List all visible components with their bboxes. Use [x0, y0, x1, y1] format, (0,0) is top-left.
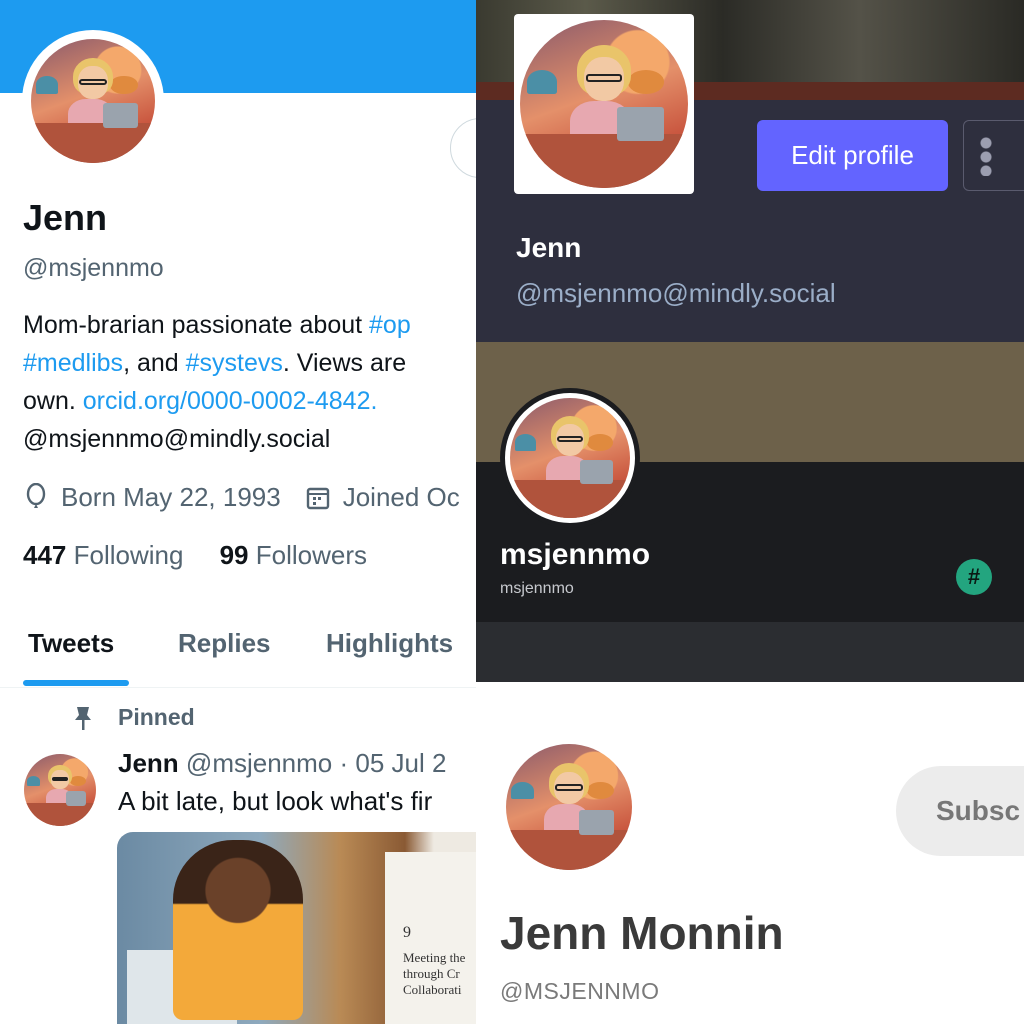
profile-name: msjennmo	[500, 538, 651, 571]
profile-meta: Born May 22, 1993 Joined Oc	[23, 482, 460, 513]
profile-name: Jenn	[23, 197, 108, 238]
tweet-header: Jenn @msjennmo · 05 Jul 2	[118, 748, 446, 779]
subscribe-button[interactable]: Subsc	[896, 766, 1024, 856]
profile-username: msjennmo	[500, 580, 574, 597]
kebab-menu-icon	[980, 136, 992, 176]
tab-replies[interactable]: Replies	[178, 628, 271, 659]
profile-handle: @msjennmo@mindly.social	[516, 278, 836, 308]
avatar[interactable]	[520, 20, 688, 188]
calendar-icon	[306, 487, 329, 509]
hashtag-link[interactable]: #systevs	[186, 349, 283, 377]
profile-bio: Mom-brarian passionate about #op #medlib…	[23, 311, 411, 453]
book-chapter-number: 9	[403, 924, 411, 941]
substack-profile-panel: Subsc Jenn Monnin @MSJENNMO	[476, 682, 1024, 1024]
tweet-author[interactable]: Jenn	[118, 748, 179, 778]
book-chapter-title: Meeting the through Cr Collaborati	[403, 950, 466, 997]
profile-name: Jenn Monnin	[500, 907, 784, 959]
pin-icon	[75, 706, 91, 730]
profile-name: Jenn	[516, 232, 582, 263]
birthdate: Born May 22, 1993	[61, 482, 281, 512]
avatar[interactable]	[510, 398, 630, 518]
active-tab-indicator	[23, 680, 129, 686]
followers-link[interactable]: 99 Followers	[220, 540, 367, 570]
tweet-text: A bit late, but look what's fir	[118, 786, 433, 816]
profile-tabs: Tweets Replies Highlights	[0, 622, 476, 688]
mastodon-profile-panel: Edit profile Jenn @msjennmo@mindly.socia…	[476, 0, 1024, 342]
avatar[interactable]	[506, 744, 632, 870]
profile-handle: @msjennmo	[23, 254, 164, 282]
discord-profile-panel: msjennmo msjennmo #	[476, 342, 1024, 682]
avatar[interactable]	[31, 39, 155, 163]
twitter-profile-panel: Jenn @msjennmo Mom-brarian passionate ab…	[0, 0, 476, 1024]
divider-strip	[476, 622, 1024, 682]
profile-handle: @MSJENNMO	[500, 978, 660, 1004]
balloon-icon	[26, 482, 46, 508]
tweet-handle-date: @msjennmo · 05 Jul 2	[185, 748, 447, 778]
more-options-button[interactable]	[963, 120, 1024, 191]
pinned-label: Pinned	[72, 704, 195, 731]
orcid-link[interactable]: orcid.org/0000-0002-4842.	[83, 387, 378, 415]
edit-profile-button[interactable]: Edit profile	[757, 120, 948, 191]
hashtag-link[interactable]: #op	[369, 311, 411, 339]
tweet-avatar[interactable]	[24, 754, 96, 826]
tab-tweets[interactable]: Tweets	[28, 628, 114, 659]
hashtag-link[interactable]: #medlibs	[23, 349, 123, 377]
tab-highlights[interactable]: Highlights	[326, 628, 453, 659]
following-link[interactable]: 447 Following	[23, 540, 183, 570]
follow-stats: 447 Following 99 Followers	[23, 540, 367, 571]
tweet-image[interactable]: 9 Meeting the through Cr Collaborati	[117, 832, 476, 1024]
hashtag-badge-icon: #	[956, 559, 992, 595]
edit-profile-button[interactable]	[450, 118, 476, 178]
join-date: Joined Oc	[342, 482, 460, 512]
